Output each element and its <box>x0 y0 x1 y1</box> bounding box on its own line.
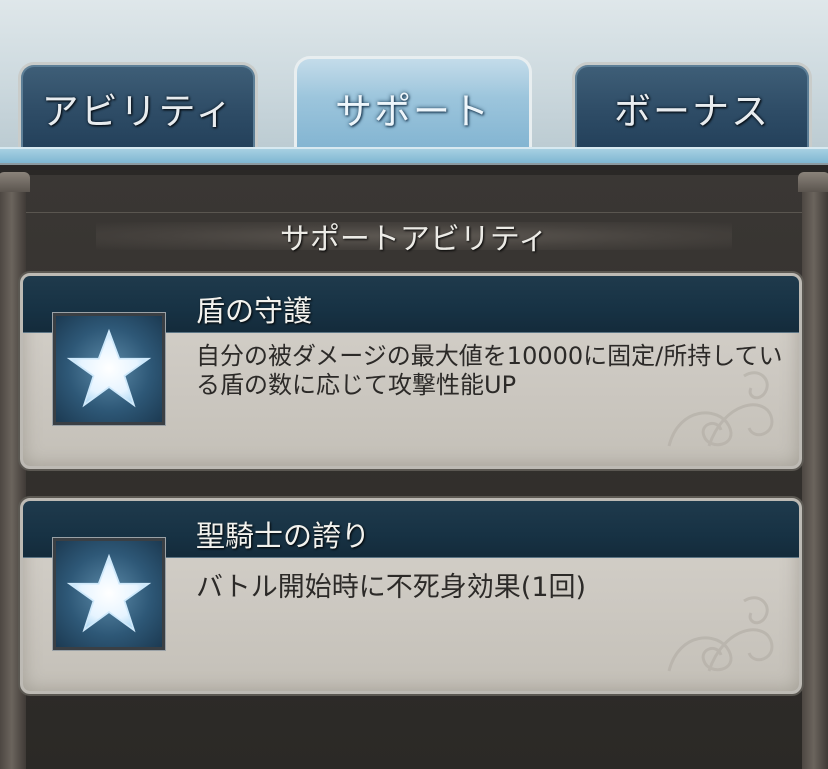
decorative-flourish <box>667 371 774 447</box>
ability-card[interactable]: 盾の守護 自分の被ダメージの最大値を10000に固定/所持している盾の数に応じて… <box>20 273 802 469</box>
section-title: サポートアビリティ <box>279 222 549 257</box>
ability-card[interactable]: 聖騎士の誇り バトル開始時に不死身効果(1回) <box>20 498 802 694</box>
right-pillar <box>802 175 828 769</box>
tab-support-label: サポート <box>335 89 491 133</box>
ability-icon-frame <box>53 313 165 425</box>
tab-ability-label: アビリティ <box>41 89 235 133</box>
star-icon <box>66 328 152 408</box>
ability-name: 聖騎士の誇り <box>196 519 371 553</box>
ability-name: 盾の守護 <box>196 294 313 328</box>
tab-bar: アビリティ サポート ボーナス <box>0 0 828 175</box>
tab-bonus[interactable]: ボーナス <box>572 62 812 150</box>
right-pillar-cap <box>798 172 828 192</box>
decorative-flourish <box>667 596 774 672</box>
tab-underline <box>0 147 828 165</box>
star-icon <box>66 553 152 633</box>
left-pillar-cap <box>0 172 30 192</box>
divider <box>26 212 802 213</box>
ability-icon-frame <box>53 538 165 650</box>
tab-bonus-label: ボーナス <box>614 89 770 133</box>
tab-ability[interactable]: アビリティ <box>18 62 258 150</box>
tab-support[interactable]: サポート <box>294 56 532 156</box>
